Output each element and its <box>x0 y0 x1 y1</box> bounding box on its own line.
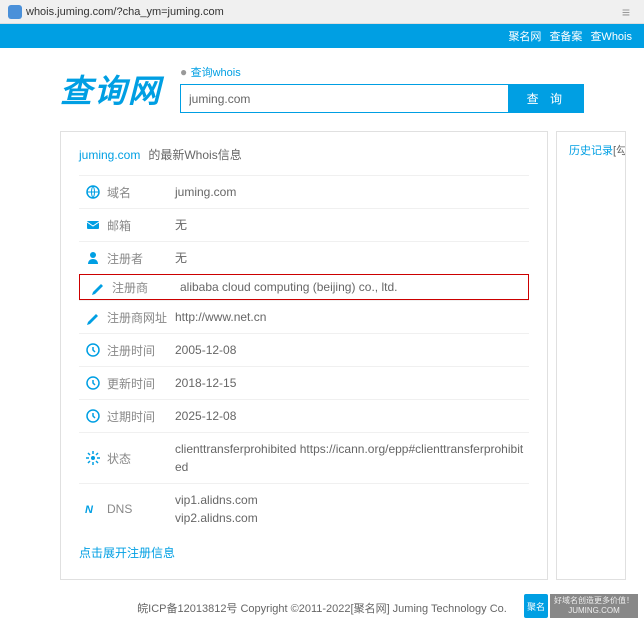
info-value: 2025-12-08 <box>175 407 529 425</box>
footer: 皖ICP备12013812号 Copyright ©2011-2022[聚名网]… <box>0 580 644 622</box>
info-label: 注册者 <box>107 250 175 267</box>
gear-icon <box>79 450 107 466</box>
info-row-域名: 域名juming.com <box>79 175 529 208</box>
site-favicon <box>8 5 22 19</box>
nav-link-whois[interactable]: 查Whois <box>590 28 632 44</box>
clock-icon <box>79 342 107 358</box>
header: 查询网 ● 查询whois 查 询 <box>0 48 644 131</box>
nav-link-beian[interactable]: 查备案 <box>549 28 582 44</box>
info-value: juming.com <box>175 183 529 201</box>
pen-icon <box>79 309 107 325</box>
user-icon <box>79 250 107 266</box>
url-text[interactable]: whois.juming.com/?cha_ym=juming.com <box>26 6 616 18</box>
whois-panel: juming.com 的最新Whois信息 域名juming.com邮箱无注册者… <box>60 131 548 580</box>
info-row-注册商网址: 注册商网址http://www.net.cn <box>79 300 529 333</box>
info-row-注册者: 注册者无 <box>79 241 529 274</box>
info-label: 注册商网址 <box>107 309 175 326</box>
info-row-DNS: N DNSvip1.alidns.comvip2.alidns.com <box>79 483 529 534</box>
info-label: 域名 <box>107 184 175 201</box>
site-logo[interactable]: 查询网 <box>60 66 162 112</box>
expand-registration-link[interactable]: 点击展开注册信息 <box>79 544 175 561</box>
info-row-注册商: 注册商alibaba cloud computing (beijing) co.… <box>79 274 529 300</box>
info-row-注册时间: 注册时间2005-12-08 <box>79 333 529 366</box>
info-value: http://www.net.cn <box>175 308 529 326</box>
whois-tab-link[interactable]: 查询whois <box>191 64 241 80</box>
info-value: clienttransferprohibited https://icann.o… <box>175 440 529 476</box>
juming-slogan: 好域名创造更多价值！ JUMING.COM <box>550 594 638 617</box>
info-value: 无 <box>175 249 529 267</box>
search-button[interactable]: 查 询 <box>509 84 584 113</box>
pen-icon <box>84 279 112 295</box>
mail-icon <box>79 217 107 233</box>
info-label: 状态 <box>107 450 175 467</box>
juming-badge[interactable]: 聚名 <box>524 594 548 618</box>
info-value: 2018-12-15 <box>175 374 529 392</box>
clock-icon <box>79 375 107 391</box>
info-value: alibaba cloud computing (beijing) co., l… <box>180 278 524 296</box>
nav-link-juming[interactable]: 聚名网 <box>508 28 541 44</box>
info-label: 邮箱 <box>107 217 175 234</box>
svg-text:N: N <box>85 504 94 516</box>
history-hint: [勾选可对比 <box>613 145 626 157</box>
info-label: 注册时间 <box>107 342 175 359</box>
dns-icon: N <box>79 501 107 517</box>
domain-search-input[interactable] <box>180 84 509 113</box>
info-value: 无 <box>175 216 529 234</box>
browser-url-bar: whois.juming.com/?cha_ym=juming.com ≡ <box>0 0 644 24</box>
panel-title-suffix: 的最新Whois信息 <box>148 146 241 163</box>
footer-text: 皖ICP备12013812号 Copyright ©2011-2022[聚名网]… <box>137 603 507 615</box>
reader-mode-icon[interactable]: ≡ <box>616 4 636 20</box>
info-value: vip1.alidns.comvip2.alidns.com <box>175 491 529 527</box>
globe-icon <box>79 184 107 200</box>
info-label: 注册商 <box>112 279 180 296</box>
top-nav: 聚名网 查备案 查Whois <box>0 24 644 48</box>
history-title: 历史记录 <box>569 145 613 157</box>
info-label: 更新时间 <box>107 375 175 392</box>
info-label: DNS <box>107 502 175 516</box>
info-label: 过期时间 <box>107 408 175 425</box>
info-row-状态: 状态clienttransferprohibited https://icann… <box>79 432 529 483</box>
history-panel: 历史记录[勾选可对比 <box>556 131 626 580</box>
info-row-更新时间: 更新时间2018-12-15 <box>79 366 529 399</box>
info-value: 2005-12-08 <box>175 341 529 359</box>
clock-icon <box>79 408 107 424</box>
info-row-过期时间: 过期时间2025-12-08 <box>79 399 529 432</box>
info-row-邮箱: 邮箱无 <box>79 208 529 241</box>
result-domain[interactable]: juming.com <box>79 148 140 162</box>
